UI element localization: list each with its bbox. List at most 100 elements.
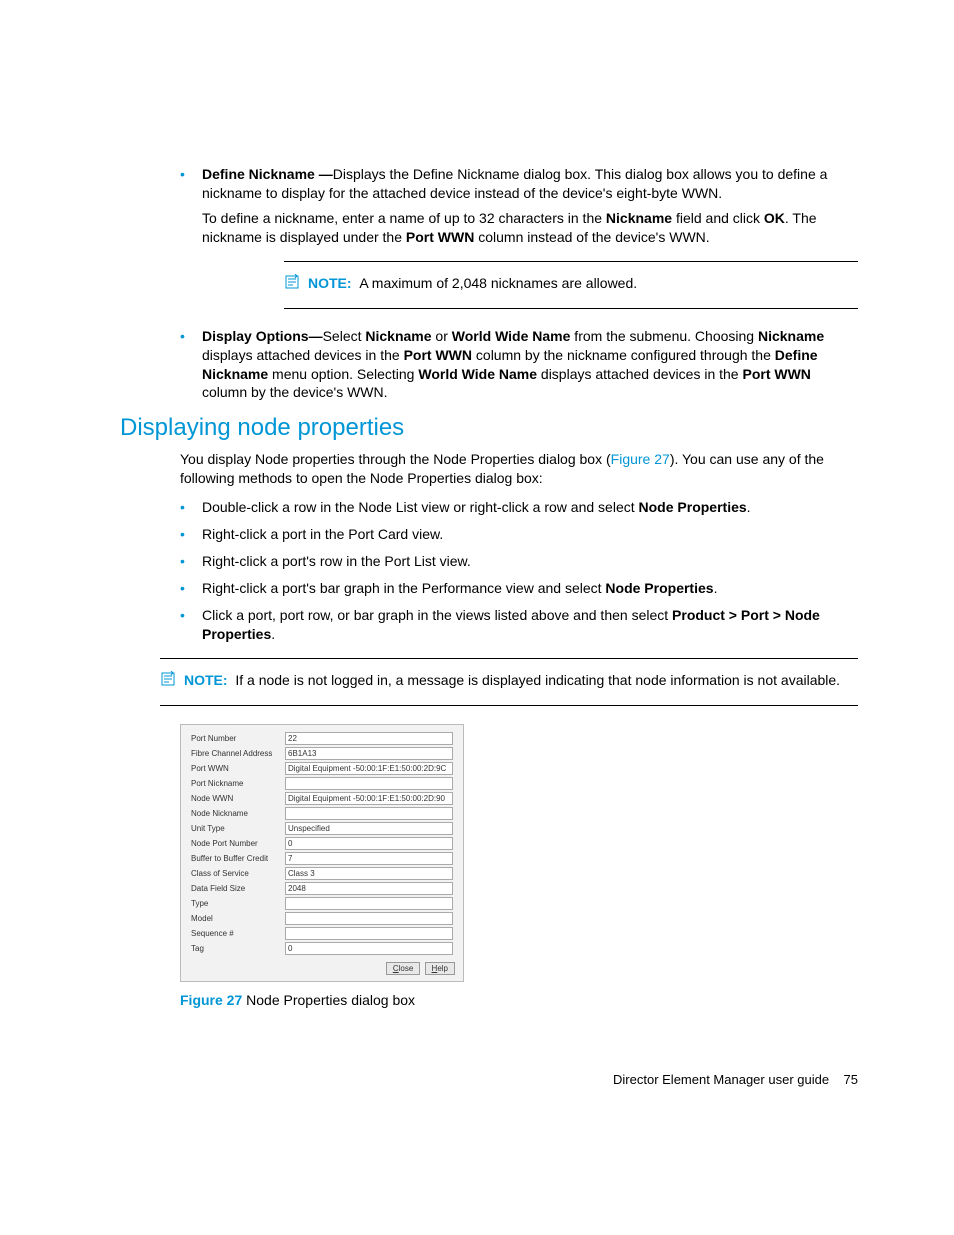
text-bold: Nickname: [365, 328, 431, 344]
text-bold: World Wide Name: [452, 328, 571, 344]
table-row: Class of ServiceClass 3: [189, 866, 455, 881]
text: column by the nickname configured throug…: [472, 347, 775, 363]
field-label: Fibre Channel Address: [189, 746, 283, 761]
note-text: A maximum of 2,048 nicknames are allowed…: [359, 275, 637, 291]
table-row: Buffer to Buffer Credit7: [189, 851, 455, 866]
field-label: Node Nickname: [189, 806, 283, 821]
bullet-list-1: Define Nickname —Displays the Define Nic…: [180, 165, 858, 402]
page-footer: Director Element Manager user guide 75: [613, 1072, 858, 1087]
paragraph: To define a nickname, enter a name of up…: [202, 209, 858, 247]
field-value: [285, 807, 453, 820]
field-value: Class 3: [285, 867, 453, 880]
field-label: Tag: [189, 941, 283, 956]
field-label: Port WWN: [189, 761, 283, 776]
text: field and click: [672, 210, 764, 226]
text: elp: [437, 964, 448, 973]
text: displays attached devices in the: [202, 347, 404, 363]
note-body: NOTE: If a node is not logged in, a mess…: [184, 671, 840, 690]
section-heading: Displaying node properties: [120, 414, 858, 442]
table-row: Fibre Channel Address6B1A13: [189, 746, 455, 761]
figure-link[interactable]: Figure 27: [611, 451, 670, 467]
table-row: Node Nickname: [189, 806, 455, 821]
table-row: Port Nickname: [189, 776, 455, 791]
figure-number: Figure 27: [180, 992, 242, 1008]
text-bold: Port WWN: [742, 366, 810, 382]
table-row: Unit TypeUnspecified: [189, 821, 455, 836]
table-row: Type: [189, 896, 455, 911]
text: displays attached devices in the: [537, 366, 742, 382]
bullet-list-2: Double-click a row in the Node List view…: [180, 498, 858, 643]
list-item: Display Options—Select Nickname or World…: [180, 327, 858, 403]
text: column by the device's WWN.: [202, 384, 388, 400]
field-label: Node WWN: [189, 791, 283, 806]
text-bold: Node Properties: [639, 499, 747, 515]
table-row: Port Number22: [189, 731, 455, 746]
table-row: Sequence #: [189, 926, 455, 941]
text: or: [432, 328, 452, 344]
text: from the submenu. Choosing: [570, 328, 758, 344]
text: To define a nickname, enter a name of up…: [202, 210, 606, 226]
table-row: Port WWNDigital Equipment -50:00:1F:E1:5…: [189, 761, 455, 776]
text: menu option. Selecting: [268, 366, 418, 382]
text: .: [714, 580, 718, 596]
text-bold: Node Properties: [605, 580, 713, 596]
define-nickname-lead: Define Nickname —: [202, 166, 333, 182]
text: Double-click a row in the Node List view…: [202, 499, 639, 515]
page-number: 75: [844, 1072, 858, 1087]
table-row: Node WWNDigital Equipment -50:00:1F:E1:5…: [189, 791, 455, 806]
field-label: Sequence #: [189, 926, 283, 941]
text: Click a port, port row, or bar graph in …: [202, 607, 672, 623]
text: column instead of the device's WWN.: [474, 229, 709, 245]
field-value: Digital Equipment -50:00:1F:E1:50:00:2D:…: [285, 792, 453, 805]
text: lose: [399, 964, 414, 973]
field-value: 0: [285, 837, 453, 850]
field-label: Port Number: [189, 731, 283, 746]
page-content: Define Nickname —Displays the Define Nic…: [0, 0, 954, 1068]
note-icon: [284, 274, 300, 296]
text: Right-click a port's bar graph in the Pe…: [202, 580, 605, 596]
field-label: Data Field Size: [189, 881, 283, 896]
dialog-buttons: Close Help: [189, 962, 455, 975]
note-body: NOTE: A maximum of 2,048 nicknames are a…: [308, 274, 637, 293]
help-button[interactable]: Help: [425, 962, 455, 975]
table-row: Model: [189, 911, 455, 926]
text: Select: [323, 328, 366, 344]
text-bold: Port WWN: [404, 347, 472, 363]
note-block: NOTE: A maximum of 2,048 nicknames are a…: [284, 261, 858, 309]
field-label: Buffer to Buffer Credit: [189, 851, 283, 866]
text: Right-click a port's row in the Port Lis…: [202, 553, 471, 569]
field-value: [285, 777, 453, 790]
field-label: Port Nickname: [189, 776, 283, 791]
field-value: 22: [285, 732, 453, 745]
field-value: [285, 927, 453, 940]
text: Right-click a port in the Port Card view…: [202, 526, 443, 542]
list-item: Right-click a port's bar graph in the Pe…: [180, 579, 858, 598]
field-value: 7: [285, 852, 453, 865]
table-row: Node Port Number0: [189, 836, 455, 851]
intro-paragraph: You display Node properties through the …: [180, 450, 858, 488]
field-label: Unit Type: [189, 821, 283, 836]
footer-title: Director Element Manager user guide: [613, 1072, 829, 1087]
close-button[interactable]: Close: [386, 962, 420, 975]
list-item: Right-click a port in the Port Card view…: [180, 525, 858, 544]
field-value: Digital Equipment -50:00:1F:E1:50:00:2D:…: [285, 762, 453, 775]
list-item: Right-click a port's row in the Port Lis…: [180, 552, 858, 571]
field-value: [285, 912, 453, 925]
field-label: Type: [189, 896, 283, 911]
field-value: [285, 897, 453, 910]
text: You display Node properties through the …: [180, 451, 611, 467]
text-bold: OK: [764, 210, 785, 226]
text: .: [747, 499, 751, 515]
note-label: NOTE:: [308, 275, 352, 291]
text: .: [271, 626, 275, 642]
display-options-lead: Display Options—: [202, 328, 323, 344]
field-label: Model: [189, 911, 283, 926]
text-bold: Port WWN: [406, 229, 474, 245]
text-bold: World Wide Name: [418, 366, 537, 382]
table-row: Tag0: [189, 941, 455, 956]
field-label: Node Port Number: [189, 836, 283, 851]
list-item: Define Nickname —Displays the Define Nic…: [180, 165, 858, 309]
note-block: NOTE: If a node is not logged in, a mess…: [160, 658, 858, 706]
list-item: Click a port, port row, or bar graph in …: [180, 606, 858, 644]
note-label: NOTE:: [184, 672, 228, 688]
